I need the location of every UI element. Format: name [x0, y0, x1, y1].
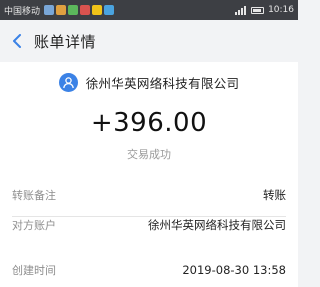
transaction-status: 交易成功	[127, 148, 171, 161]
notification-icon	[104, 5, 115, 15]
signal-icon	[235, 5, 247, 15]
detail-row-account: 对方账户 徐州华英网络科技有限公司	[0, 216, 298, 234]
payee-row: 徐州华英网络科技有限公司	[0, 70, 298, 94]
page-title: 账单详情	[34, 32, 97, 51]
detail-label: 对方账户	[12, 219, 56, 232]
chevron-left-icon	[13, 34, 21, 48]
battery-icon	[251, 6, 265, 14]
user-avatar-icon	[58, 72, 78, 92]
payee-name: 徐州华英网络科技有限公司	[85, 75, 240, 91]
clock-label: 10:16	[268, 5, 294, 15]
detail-value: 转账	[263, 188, 286, 202]
carrier-label: 中国移动	[4, 6, 41, 17]
notification-icon	[56, 5, 67, 15]
detail-value: 徐州华英网络科技有限公司	[148, 218, 286, 232]
back-button[interactable]	[0, 20, 34, 62]
detail-label: 创建时间	[12, 264, 56, 277]
notification-icons	[44, 5, 115, 15]
detail-label: 转账备注	[12, 189, 56, 202]
detail-value: 2019-08-30 13:58	[182, 263, 286, 277]
detail-row-created-time: 创建时间 2019-08-30 13:58	[0, 261, 298, 279]
notification-icon	[92, 5, 103, 15]
status-bar: 中国移动 10:16	[0, 0, 298, 20]
status-right: 10:16	[235, 5, 294, 15]
notification-icon	[44, 5, 55, 15]
detail-row-remark: 转账备注 转账	[0, 186, 298, 204]
nav-bar: 账单详情	[0, 20, 298, 62]
bill-detail-card: 徐州华英网络科技有限公司 +396.00 交易成功 转账备注 转账 对方账户 徐…	[0, 62, 298, 287]
transaction-amount: +396.00	[90, 108, 208, 138]
notification-icon	[80, 5, 91, 15]
notification-icon	[68, 5, 79, 15]
